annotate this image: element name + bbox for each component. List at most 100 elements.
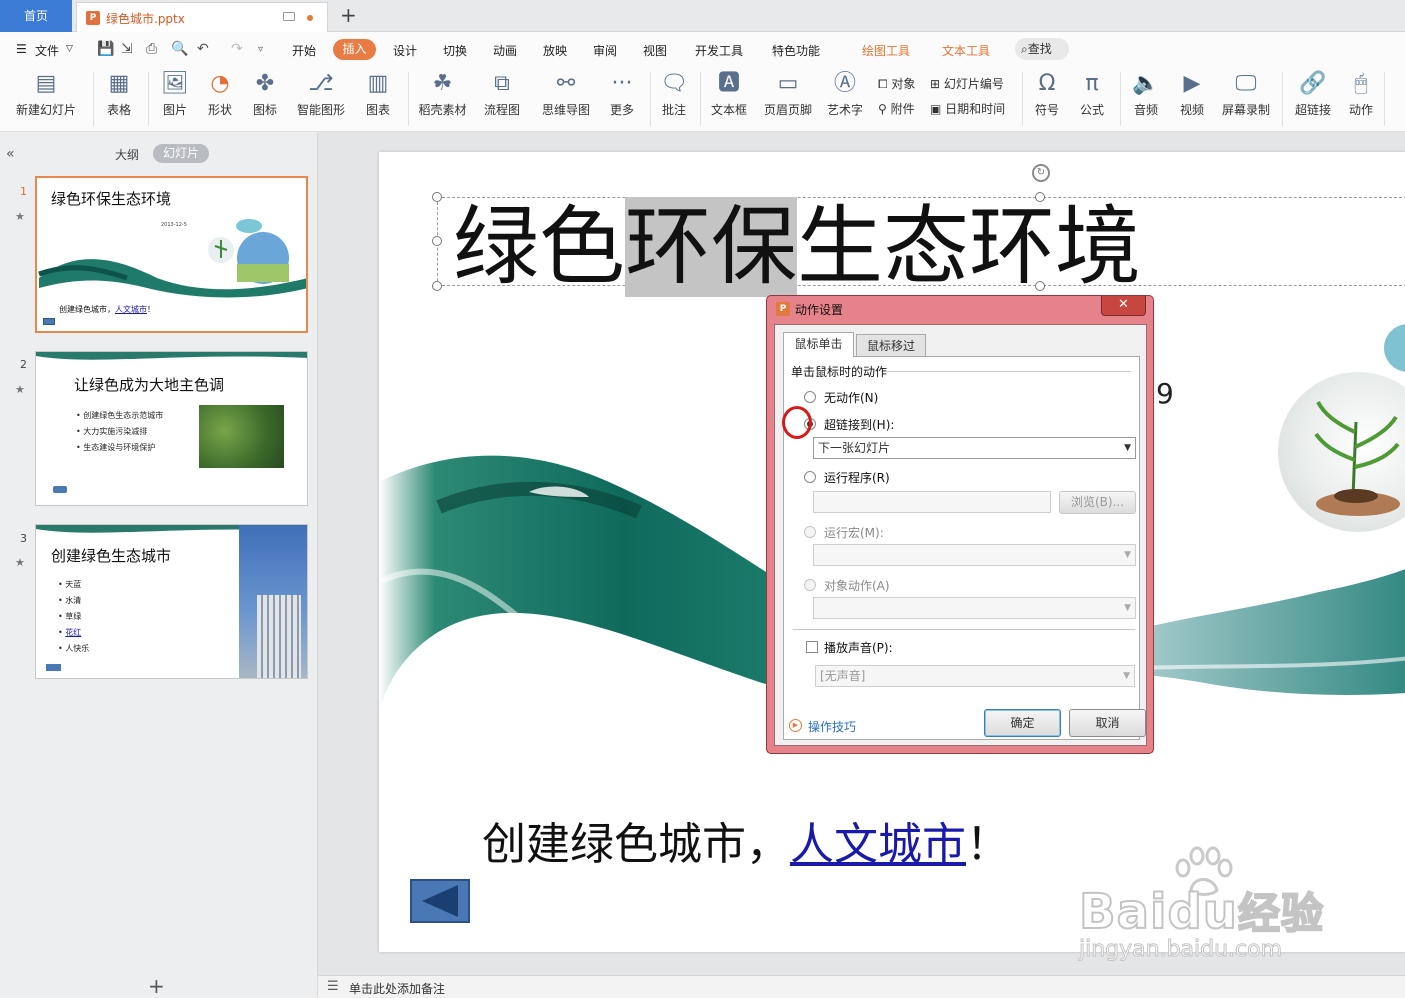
smartart-icon: ⎇ xyxy=(308,71,334,96)
menu-design[interactable]: 设计 xyxy=(393,42,417,59)
symbol-button[interactable]: Ω 符号 xyxy=(1027,70,1067,118)
attachment-button[interactable]: ⚲ 附件 xyxy=(878,100,915,117)
program-path-input[interactable] xyxy=(813,491,1051,513)
radio-none-label[interactable]: 无动作(N) xyxy=(824,389,878,406)
slide-title[interactable]: 绿色环保生态环境 xyxy=(453,197,1141,297)
audio-button[interactable]: 🔈 音频 xyxy=(1126,70,1166,118)
thumb-footer-text: 创建绿色城市， xyxy=(59,305,115,314)
radio-run-macro-label[interactable]: 运行宏(M): xyxy=(824,524,884,541)
action-button[interactable]: 🖱 动作 xyxy=(1344,70,1378,118)
radio-run-program-label[interactable]: 运行程序(R) xyxy=(824,469,890,486)
menu-features[interactable]: 特色功能 xyxy=(772,42,820,59)
sound-select[interactable]: [无声音] ▼ xyxy=(815,665,1135,687)
object-action-select[interactable]: ▼ xyxy=(813,597,1136,619)
resize-handle[interactable] xyxy=(432,236,442,246)
close-icon[interactable]: ✕ xyxy=(1101,296,1146,316)
hyperlink-target-select[interactable]: 下一张幻灯片 ▼ xyxy=(813,437,1136,459)
redo-icon[interactable]: ↷ xyxy=(231,41,243,57)
back-action-button[interactable] xyxy=(410,879,470,923)
mindmap-button[interactable]: ⚯ 思维导图 xyxy=(536,70,596,118)
action-label: 动作 xyxy=(1348,103,1373,117)
tab-mouse-over[interactable]: 鼠标移过 xyxy=(856,334,926,356)
picture-button[interactable]: 🖼 图片 xyxy=(156,70,194,118)
slide-thumbnail-1[interactable]: 绿色环保生态环境 2013-12-5 创建绿色城市，人文城市！ xyxy=(35,176,308,333)
rotate-handle-icon[interactable]: ↻ xyxy=(1032,164,1050,182)
smartart-button[interactable]: ⎇ 智能图形 xyxy=(291,70,351,118)
slide-thumbnail-2[interactable]: 让绿色成为大地主色调 • 创建绿色生态示范城市 • 大力实施污染减排 • 生态建… xyxy=(35,351,308,506)
new-slide-button[interactable]: ▤ 新建幻灯片 xyxy=(10,70,82,118)
monitor-icon[interactable] xyxy=(283,12,295,21)
hyperlink-button[interactable]: 🔗 超链接 xyxy=(1288,70,1338,118)
menu-developer[interactable]: 开发工具 xyxy=(695,42,743,59)
shape-button[interactable]: ◔ 形状 xyxy=(201,70,239,118)
textbox-button[interactable]: 🅰 文本框 xyxy=(705,70,753,118)
radio-hyperlink-label[interactable]: 超链接到(H): xyxy=(824,416,894,433)
cancel-button[interactable]: 取消 xyxy=(1069,709,1146,737)
menu-insert[interactable]: 插入 xyxy=(333,39,376,60)
notes-bar[interactable]: ☰ 单击此处添加备注 xyxy=(318,975,1405,997)
footer-hyperlink[interactable]: 人文城市 xyxy=(790,819,966,870)
new-tab-plus-icon[interactable]: + xyxy=(340,3,357,27)
menu-slideshow[interactable]: 放映 xyxy=(543,42,567,59)
menu-animation[interactable]: 动画 xyxy=(493,42,517,59)
macro-select[interactable]: ▼ xyxy=(813,544,1136,566)
radio-run-program[interactable] xyxy=(804,471,816,483)
menu-review[interactable]: 审阅 xyxy=(593,42,617,59)
add-slide-button[interactable]: + xyxy=(148,974,165,998)
menu-drawing-tools[interactable]: 绘图工具 xyxy=(862,42,910,59)
ribbon-separator xyxy=(700,72,701,126)
thumb-title: 创建绿色生态城市 xyxy=(51,547,172,565)
play-sound-checkbox[interactable] xyxy=(806,641,818,653)
resize-handle[interactable] xyxy=(432,281,442,291)
tips-link[interactable]: 操作技巧 xyxy=(808,718,856,735)
header-footer-button[interactable]: ▭ 页眉页脚 xyxy=(762,70,814,118)
radio-run-macro[interactable] xyxy=(804,526,816,538)
slide-footer-text[interactable]: 创建绿色城市，人文城市！ xyxy=(482,808,1010,872)
export-icon[interactable]: ⇲ xyxy=(121,41,133,57)
tab-slides[interactable]: 幻灯片 xyxy=(153,144,209,163)
flowchart-button[interactable]: ⧉ 流程图 xyxy=(476,70,528,118)
more-button[interactable]: ··· 更多 xyxy=(602,70,642,118)
formula-button[interactable]: π 公式 xyxy=(1072,70,1112,118)
print-preview-icon[interactable]: 🔍 xyxy=(171,41,188,57)
radio-object-action[interactable] xyxy=(804,579,816,591)
search-button[interactable]: ⌕查找 xyxy=(1015,38,1069,60)
slide-panel: « 大纲 幻灯片 1 ★ 绿色环保生态环境 2013-12-5 创建绿色城市，人… xyxy=(0,132,318,998)
radio-object-action-label[interactable]: 对象动作(A) xyxy=(824,577,890,594)
screen-record-button[interactable]: 🖵 屏幕录制 xyxy=(1218,70,1274,118)
material-button[interactable]: ☘ 稻壳素材 xyxy=(415,70,470,118)
radio-none[interactable] xyxy=(804,391,816,403)
browse-button[interactable]: 浏览(B)... xyxy=(1059,491,1136,514)
object-button[interactable]: ⧠ 对象 xyxy=(878,75,915,92)
menu-file[interactable]: 文件 xyxy=(35,42,59,59)
video-button[interactable]: ▶ 视频 xyxy=(1172,70,1212,118)
print-icon[interactable]: ⎙ xyxy=(146,41,157,57)
comment-button[interactable]: 🗨 批注 xyxy=(656,70,692,118)
hamburger-icon[interactable]: ☰ xyxy=(16,42,27,56)
undo-icon[interactable]: ↶ xyxy=(197,41,209,57)
divider xyxy=(793,629,1135,630)
slide-thumbnail-3[interactable]: 创建绿色生态城市 • 天蓝 • 水清 • 草绿 • 花红 • 人快乐 xyxy=(35,524,308,679)
play-sound-label[interactable]: 播放声音(P): xyxy=(824,639,893,656)
ok-button[interactable]: 确定 xyxy=(984,709,1061,737)
tab-document[interactable]: P 绿色城市.pptx xyxy=(76,2,328,32)
resize-handle[interactable] xyxy=(432,192,442,202)
chevron-down-icon[interactable]: ▽ xyxy=(66,44,73,54)
menu-view[interactable]: 视图 xyxy=(643,42,667,59)
flowchart-label: 流程图 xyxy=(483,103,520,117)
tab-home[interactable]: 首页 xyxy=(0,0,72,32)
menu-transition[interactable]: 切换 xyxy=(443,42,467,59)
icon-button[interactable]: ✤ 图标 xyxy=(246,70,284,118)
menu-text-tools[interactable]: 文本工具 xyxy=(942,42,990,59)
wordart-button[interactable]: Ⓐ 艺术字 xyxy=(820,70,870,118)
collapse-panel-icon[interactable]: « xyxy=(6,146,15,162)
table-button[interactable]: ▦ 表格 xyxy=(100,70,138,118)
save-icon[interactable]: 💾 xyxy=(97,41,114,57)
datetime-button[interactable]: ▣ 日期和时间 xyxy=(930,100,1005,117)
tab-outline[interactable]: 大纲 xyxy=(115,146,139,163)
menu-start[interactable]: 开始 xyxy=(292,42,316,59)
slide-number-button[interactable]: ⊞ 幻灯片编号 xyxy=(930,75,1004,92)
tab-mouse-click[interactable]: 鼠标单击 xyxy=(783,332,854,357)
chart-button[interactable]: ▥ 图表 xyxy=(358,70,398,118)
customize-toolbar-icon[interactable]: ▿ xyxy=(258,44,263,55)
